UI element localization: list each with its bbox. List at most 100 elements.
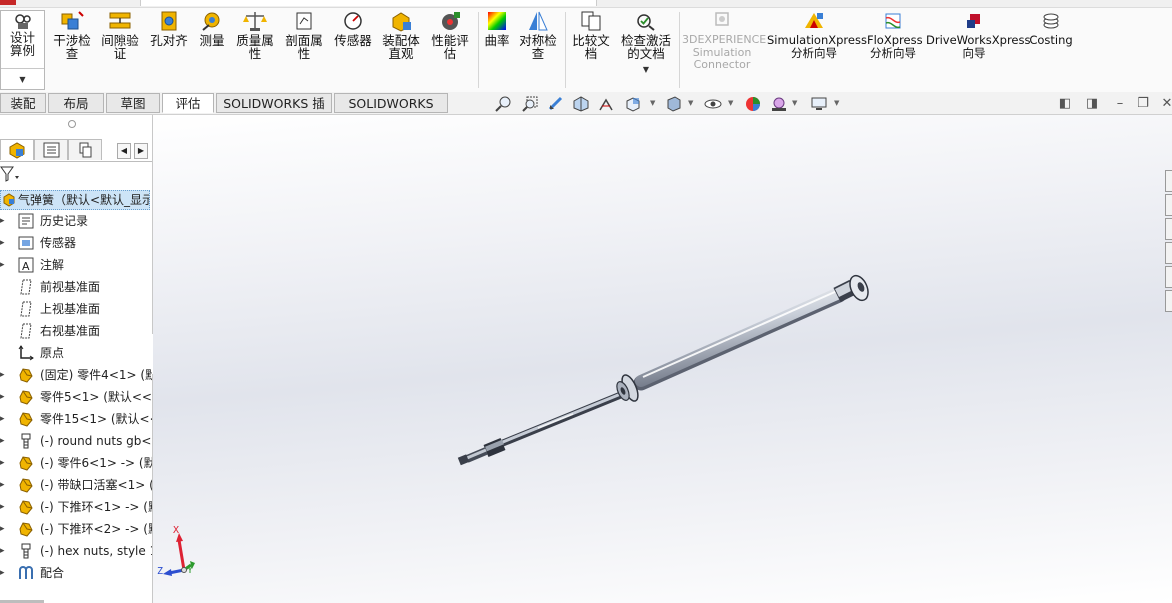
display-style-icon[interactable]: [665, 96, 683, 112]
tree-item[interactable]: ▸ 配合: [0, 563, 152, 583]
costing-button[interactable]: Costing: [1028, 10, 1074, 47]
hide-show-items-icon[interactable]: [704, 96, 722, 112]
tab-sketch[interactable]: 草图: [106, 93, 160, 113]
tab-layout[interactable]: 布局: [48, 93, 104, 113]
clearance-verification-button[interactable]: 间隙验证: [98, 10, 142, 60]
part-icon: [17, 499, 35, 515]
expand-arrow-icon[interactable]: ▸: [0, 519, 8, 539]
hole-alignment-button[interactable]: 孔对齐: [147, 10, 191, 47]
tab-solidworks-addins[interactable]: SOLIDWORKS 插件: [216, 93, 332, 131]
view-settings-icon[interactable]: [810, 96, 828, 112]
tree-item[interactable]: ▸ 零件5<1> (默认<<默: [0, 387, 152, 407]
tree-root-assembly[interactable]: 气弹簧（默认<默认_显示: [0, 190, 150, 210]
interference-check-button[interactable]: 干涉检查: [50, 10, 94, 60]
expand-arrow-icon[interactable]: ▸: [0, 233, 8, 253]
restore-icon[interactable]: ❐: [1136, 97, 1150, 111]
tree-item[interactable]: 前视基准面: [0, 277, 152, 297]
tab-assembly[interactable]: 装配体: [0, 93, 46, 131]
apply-scene-dropdown-icon[interactable]: ▼: [792, 99, 797, 107]
feature-manager-tab[interactable]: [0, 139, 34, 160]
rod-end-fitting[interactable]: [457, 437, 506, 466]
task-pane-appearances-tab[interactable]: [1165, 290, 1172, 312]
tree-item[interactable]: ▸ (-) hex nuts, style 1: [0, 541, 152, 561]
tree-item[interactable]: ▸ 历史记录: [0, 211, 152, 231]
tree-item[interactable]: ▸ (-) 下推环<2> -> (默: [0, 519, 152, 539]
task-pane-file-explorer-tab[interactable]: [1165, 242, 1172, 264]
tree-item[interactable]: ▸ 传感器: [0, 233, 152, 253]
task-pane-design-library-tab[interactable]: [1165, 218, 1172, 240]
close-icon[interactable]: ✕: [1160, 97, 1172, 111]
tree-item[interactable]: 上视基准面: [0, 299, 152, 319]
expand-arrow-icon[interactable]: ▸: [0, 387, 8, 407]
tree-item[interactable]: ▸ (-) 下推环<1> -> (默: [0, 497, 152, 517]
symmetry-check-button[interactable]: 对称检查: [516, 10, 560, 60]
zoom-to-area-icon[interactable]: [521, 96, 539, 112]
display-style-dropdown-icon[interactable]: ▼: [688, 99, 693, 107]
gas-spring-model[interactable]: [153, 115, 1172, 603]
piston-rod[interactable]: [494, 386, 637, 449]
tree-item[interactable]: ▸ 零件15<1> (默认<<: [0, 409, 152, 429]
tree-item[interactable]: ▸ (-) 带缺口活塞<1> (: [0, 475, 152, 495]
expand-arrow-icon[interactable]: ▸: [0, 211, 8, 231]
expand-arrow-icon[interactable]: ▸: [0, 409, 8, 429]
previous-view-icon[interactable]: [547, 96, 565, 112]
check-active-document-button[interactable]: 检查激活的文档 ▼: [618, 10, 674, 76]
tile-left-icon[interactable]: ◧: [1058, 97, 1072, 111]
design-study-button[interactable]: 设计算例 ▼: [0, 10, 45, 90]
expand-arrow-icon[interactable]: ▸: [0, 365, 8, 385]
curvature-button[interactable]: 曲率: [482, 10, 512, 47]
cylinder-tube[interactable]: [633, 287, 847, 391]
tree-item[interactable]: ▸ (-) round nuts gb<: [0, 431, 152, 451]
minimize-icon[interactable]: –: [1113, 97, 1127, 111]
expand-arrow-icon[interactable]: ▸: [0, 453, 8, 473]
assembly-visualization-button[interactable]: 装配体直观: [379, 10, 423, 60]
scroll-left-icon[interactable]: ◀: [117, 143, 131, 159]
view-settings-dropdown-icon[interactable]: ▼: [834, 99, 839, 107]
scroll-right-icon[interactable]: ▶: [134, 143, 148, 159]
floxpress-button[interactable]: FloXpress 分析向导: [864, 10, 923, 59]
panel-grip-icon[interactable]: [68, 120, 76, 128]
section-view-icon[interactable]: [572, 96, 590, 112]
expand-arrow-icon[interactable]: ▸: [0, 563, 8, 583]
apply-scene-icon[interactable]: [770, 96, 788, 112]
tile-right-icon[interactable]: ◨: [1085, 97, 1099, 111]
hide-show-dropdown-icon[interactable]: ▼: [728, 99, 733, 107]
simulationxpress-button[interactable]: SimulationXpress 分析向导: [767, 10, 867, 59]
check-active-document-dropdown-icon[interactable]: ▼: [618, 63, 674, 76]
compare-documents-button[interactable]: 比较文档: [569, 10, 613, 60]
tree-item[interactable]: ▸ (-) 零件6<1> -> (默: [0, 453, 152, 473]
document-tab[interactable]: [140, 0, 597, 6]
section-properties-button[interactable]: 剖面属性: [282, 10, 326, 60]
dynamic-annotation-views-icon[interactable]: [598, 96, 616, 112]
mass-properties-button[interactable]: 质量属性: [233, 10, 277, 60]
expand-arrow-icon[interactable]: ▸: [0, 255, 8, 275]
expand-arrow-icon[interactable]: ▸: [0, 475, 8, 495]
zoom-to-fit-icon[interactable]: [495, 96, 513, 112]
tree-item[interactable]: 右视基准面: [0, 321, 152, 341]
configuration-manager-tab[interactable]: [68, 139, 102, 160]
sensor-button[interactable]: 传感器: [331, 10, 375, 47]
cylinder-end-eye[interactable]: [833, 273, 872, 303]
filter-icon[interactable]: [0, 164, 22, 184]
edit-appearance-icon[interactable]: [744, 96, 762, 112]
section-properties-icon: [291, 10, 317, 32]
tree-item[interactable]: 原点: [0, 343, 152, 363]
expand-arrow-icon[interactable]: ▸: [0, 541, 8, 561]
performance-evaluation-button[interactable]: 性能评估: [428, 10, 472, 60]
expand-arrow-icon[interactable]: ▸: [0, 431, 8, 451]
measure-button[interactable]: 测量: [196, 10, 228, 47]
tab-solidworks-mbd[interactable]: SOLIDWORKS MBD: [334, 93, 448, 131]
view-orientation-icon[interactable]: [624, 96, 642, 112]
task-pane-view-palette-tab[interactable]: [1165, 266, 1172, 288]
design-study-dropdown-icon[interactable]: ▼: [1, 73, 44, 86]
expand-arrow-icon[interactable]: ▸: [0, 497, 8, 517]
view-orientation-dropdown-icon[interactable]: ▼: [650, 99, 655, 107]
driveworksxpress-button[interactable]: DriveWorksXpress 向导: [926, 10, 1030, 59]
graphics-area[interactable]: X Y Z: [153, 115, 1172, 603]
task-pane-home-tab[interactable]: [1165, 170, 1172, 192]
property-manager-tab[interactable]: [34, 139, 68, 160]
tree-item[interactable]: ▸ A 注解: [0, 255, 152, 275]
tab-evaluate[interactable]: 评估: [162, 93, 214, 113]
task-pane-resources-tab[interactable]: [1165, 194, 1172, 216]
tree-item[interactable]: ▸ (固定) 零件4<1> (默: [0, 365, 152, 385]
